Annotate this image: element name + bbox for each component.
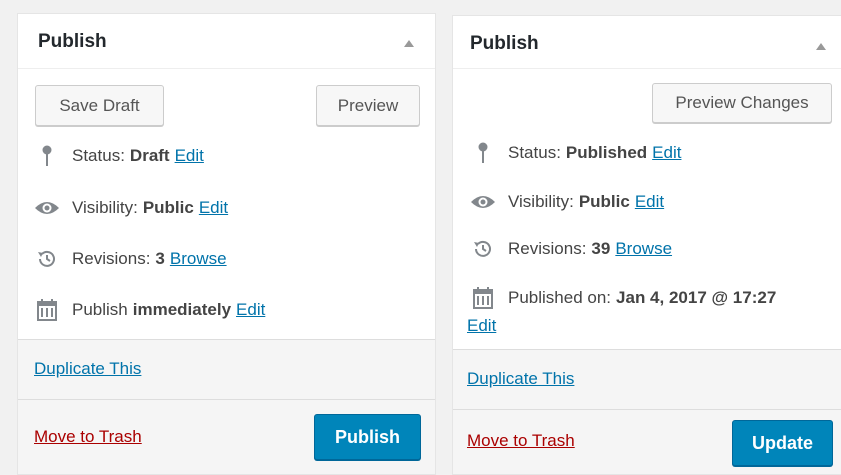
- revisions-browse-link[interactable]: Browse: [170, 249, 227, 269]
- save-draft-button[interactable]: Save Draft: [35, 85, 164, 126]
- pin-icon: [34, 145, 60, 167]
- visibility-value: Public: [142, 198, 194, 217]
- collapse-arrow-icon[interactable]: [816, 43, 826, 50]
- revisions-browse-link[interactable]: Browse: [615, 239, 672, 259]
- visibility-row: Visibility: Public Edit: [34, 197, 228, 219]
- collapse-arrow-icon[interactable]: [404, 40, 414, 47]
- duplicate-area: Duplicate This: [453, 349, 841, 409]
- revisions-value: 39: [591, 239, 611, 258]
- status-row: Status: Draft Edit: [34, 145, 204, 167]
- revisions-label: Revisions:: [72, 249, 151, 268]
- history-icon: [34, 248, 60, 270]
- calendar-icon: [34, 299, 60, 321]
- preview-button[interactable]: Preview: [316, 85, 420, 126]
- published-on-label: Published on:: [508, 288, 612, 307]
- status-value: Published: [565, 143, 648, 162]
- revisions-value: 3: [155, 249, 165, 268]
- published-on-edit-link[interactable]: Edit: [467, 316, 496, 336]
- status-edit-link[interactable]: Edit: [175, 146, 204, 166]
- published-on-value: Jan 4, 2017 @ 17:27: [616, 288, 777, 307]
- publish-box-title: Publish: [470, 33, 539, 54]
- publish-box-published: Publish Preview Changes Status: Publishe…: [452, 15, 841, 475]
- visibility-label: Visibility:: [72, 198, 138, 217]
- publish-time-row: Publish immediately Edit: [34, 299, 265, 321]
- status-label: Status:: [508, 143, 561, 162]
- publish-box-header[interactable]: Publish: [18, 14, 435, 69]
- revisions-row: Revisions: 39 Browse: [470, 238, 672, 260]
- publish-time-edit-link[interactable]: Edit: [236, 300, 265, 320]
- calendar-icon: [470, 287, 496, 309]
- duplicate-area: Duplicate This: [18, 339, 435, 399]
- revisions-row: Revisions: 3 Browse: [34, 248, 227, 270]
- status-edit-link[interactable]: Edit: [652, 143, 681, 163]
- publish-button[interactable]: Publish: [314, 414, 421, 460]
- major-actions: Move to Trash Publish: [18, 399, 435, 474]
- publish-box-header[interactable]: Publish: [453, 16, 841, 69]
- history-icon: [470, 238, 496, 260]
- preview-changes-button[interactable]: Preview Changes: [652, 83, 832, 123]
- status-row: Status: Published Edit: [470, 142, 681, 164]
- visibility-label: Visibility:: [508, 192, 574, 211]
- publish-time-value: immediately: [132, 300, 232, 319]
- eye-icon: [34, 197, 60, 219]
- move-to-trash-link[interactable]: Move to Trash: [467, 431, 575, 451]
- duplicate-this-link[interactable]: Duplicate This: [467, 369, 574, 389]
- visibility-edit-link[interactable]: Edit: [199, 198, 228, 218]
- publish-box-draft: Publish Save Draft Preview Status: Draft…: [17, 13, 436, 475]
- eye-icon: [470, 191, 496, 213]
- move-to-trash-link[interactable]: Move to Trash: [34, 427, 142, 447]
- pin-icon: [470, 142, 496, 164]
- major-actions: Move to Trash Update: [453, 409, 841, 474]
- visibility-value: Public: [578, 192, 630, 211]
- publish-time-label: Publish: [72, 300, 128, 319]
- revisions-label: Revisions:: [508, 239, 587, 258]
- duplicate-this-link[interactable]: Duplicate This: [34, 359, 141, 379]
- published-on-row: Published on: Jan 4, 2017 @ 17:27: [470, 287, 776, 309]
- status-value: Draft: [129, 146, 170, 165]
- status-label: Status:: [72, 146, 125, 165]
- visibility-edit-link[interactable]: Edit: [635, 192, 664, 212]
- update-button[interactable]: Update: [732, 420, 833, 466]
- visibility-row: Visibility: Public Edit: [470, 191, 664, 213]
- publish-box-title: Publish: [38, 31, 107, 52]
